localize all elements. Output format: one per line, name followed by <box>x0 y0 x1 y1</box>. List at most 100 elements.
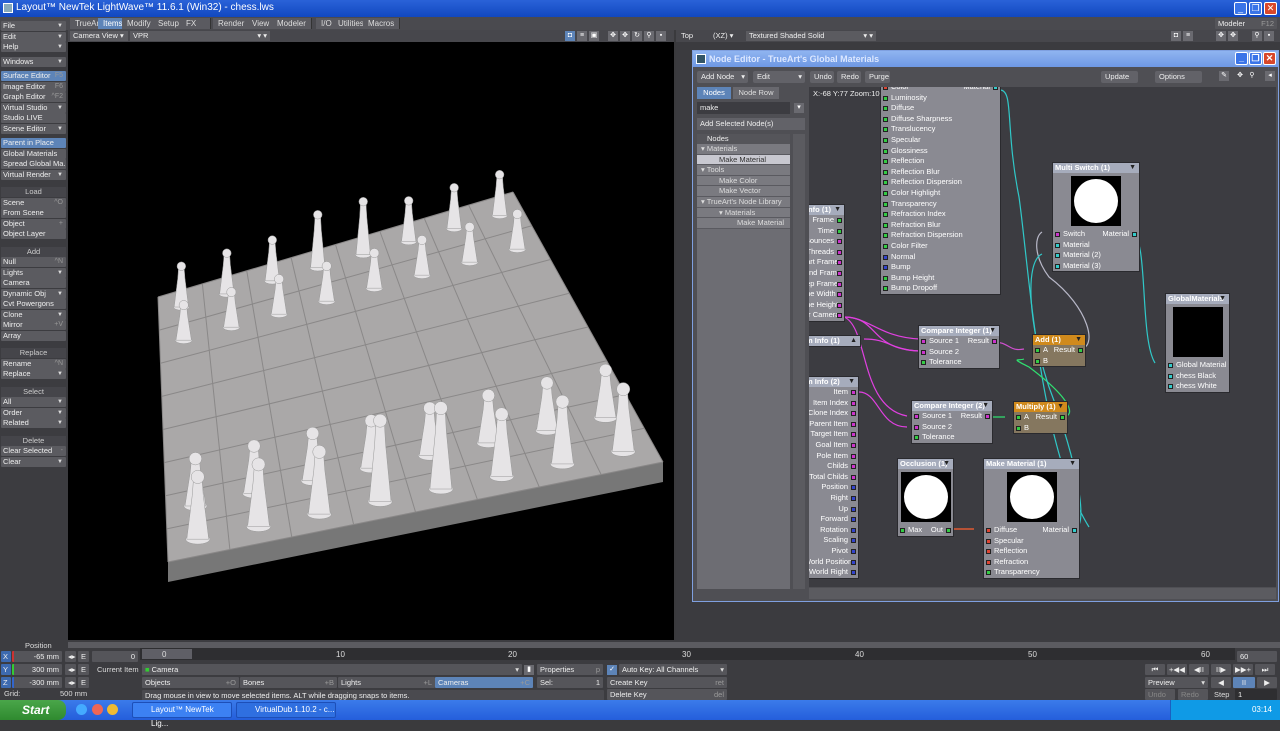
chevron-down-icon[interactable]: ▼ <box>1219 294 1226 304</box>
save-icon[interactable]: ▣ <box>589 31 599 41</box>
port-integer-connector[interactable] <box>837 313 842 319</box>
sidebar-item-replace[interactable]: Replace ▼ <box>1 369 66 379</box>
item-type-objects-button[interactable]: Objects +O <box>142 677 239 688</box>
chrome-icon[interactable] <box>107 704 118 715</box>
tree-item-make-color[interactable]: Make Color <box>697 175 790 187</box>
sidebar-item-spread-global-ma[interactable]: Spread Global Ma... <box>1 159 66 169</box>
redo-button[interactable]: Redo <box>837 71 861 83</box>
search-dropdown-icon[interactable]: ▾ <box>794 103 804 113</box>
tab-view[interactable]: View <box>247 18 276 29</box>
sidebar-item-related[interactable]: Related ▼ <box>1 418 66 428</box>
node-title[interactable]: Info (1)▼ <box>809 205 844 215</box>
ie-icon[interactable] <box>76 704 87 715</box>
task-lightwave[interactable]: Layout™ NewTek Lig... <box>132 702 232 728</box>
port-parent-item[interactable]: Parent Item <box>809 419 858 430</box>
port-a[interactable]: A Result <box>1033 345 1085 356</box>
port-scalar-connector[interactable] <box>986 570 991 576</box>
port-integer-connector[interactable] <box>837 239 842 245</box>
sidebar-item-mirror[interactable]: Mirror +V <box>1 320 66 330</box>
tree-item-materials[interactable]: ▾ Materials <box>697 144 790 155</box>
port-scalar-connector[interactable] <box>1060 415 1065 420</box>
sidebar-item-camera[interactable]: Camera <box>1 278 66 288</box>
chevron-down-icon[interactable]: ▼ <box>1075 335 1082 345</box>
position-z-field[interactable]: -300 mm <box>12 677 62 688</box>
port-tart-frame[interactable]: tart Frame <box>809 257 844 268</box>
port-bump-height[interactable]: Bump Height <box>881 273 1000 284</box>
port-reflection-dispersion[interactable]: Reflection Dispersion <box>881 177 1000 188</box>
port-frame[interactable]: Frame <box>809 215 844 226</box>
chevron-down-icon[interactable]: ▼ <box>834 205 841 215</box>
port-refraction-index[interactable]: Refraction Index <box>881 209 1000 220</box>
chevron-down-icon[interactable]: ▼ <box>848 377 855 387</box>
canvas-scrollbar[interactable] <box>809 588 1276 599</box>
previous-key-button[interactable]: +◀◀ <box>1167 664 1187 675</box>
next-frame-button[interactable]: II▶ <box>1211 664 1231 675</box>
autokey-dropdown[interactable]: Auto Key: All Channels ▾ <box>619 664 727 675</box>
port-integer-connector[interactable] <box>1055 232 1060 237</box>
port-integer-connector[interactable] <box>837 249 842 255</box>
pause-button[interactable]: II <box>1233 677 1255 688</box>
port-position[interactable]: Position <box>809 482 858 493</box>
port-integer-connector[interactable] <box>837 302 842 308</box>
tab-modeler-tools[interactable]: Modeler Tools <box>272 18 312 39</box>
position-x-field[interactable]: -65 mm <box>12 651 62 662</box>
position-y-slider[interactable]: ◂▸ <box>65 664 76 675</box>
port-vector-connector[interactable] <box>851 559 856 565</box>
port-forward[interactable]: Forward <box>809 514 858 525</box>
tab-macros[interactable]: Macros <box>363 18 401 29</box>
port-source-1[interactable]: Source 1 Result <box>912 411 992 422</box>
port-integer-connector[interactable] <box>837 260 842 266</box>
port-integer-connector[interactable] <box>851 411 856 417</box>
port-end-frame[interactable]: End Frame <box>809 268 844 279</box>
maximize-button[interactable]: ❐ <box>1249 2 1262 15</box>
step-field[interactable]: 1 <box>1235 689 1277 700</box>
port-scalar-connector[interactable] <box>946 528 951 533</box>
port-scalar-connector[interactable] <box>883 243 888 249</box>
port-integer-connector[interactable] <box>851 421 856 427</box>
port-b[interactable]: B <box>1033 356 1085 367</box>
node-title[interactable]: m Info (1) ▲ <box>809 336 860 346</box>
port-material-3[interactable]: Material (3) <box>1053 261 1139 272</box>
sidebar-item-surface-editor[interactable]: Surface Editor F5 <box>1 71 66 81</box>
port-scalar-connector[interactable] <box>1035 358 1040 364</box>
port-integer-connector[interactable] <box>837 270 842 276</box>
ne-maximize-button[interactable]: ❐ <box>1249 52 1262 65</box>
shading-dropdown[interactable]: Textured Shaded Solid ▾ ▾ <box>746 31 876 41</box>
pencil-icon[interactable]: ✎ <box>1219 71 1229 81</box>
tree-item-materials[interactable]: ▾ Materials <box>697 207 790 219</box>
list-icon[interactable]: ≡ <box>577 31 587 41</box>
port-max[interactable]: Max Out <box>898 525 953 536</box>
tree-item-tools[interactable]: ▾ Tools <box>697 165 790 176</box>
node-canvas[interactable]: X:-68 Y:77 Zoom:100% ColorMaterialLumino… <box>809 87 1276 587</box>
undo-button[interactable]: Undo <box>1145 689 1175 700</box>
node-iteminfo1[interactable]: m Info (1) ▲ <box>809 335 861 347</box>
tree-item-make-material[interactable]: Make Material <box>697 154 790 166</box>
start-button[interactable]: Start <box>0 700 66 720</box>
list-icon[interactable]: ≡ <box>1183 31 1193 41</box>
first-frame-button[interactable]: ⏮ <box>1145 664 1165 675</box>
port-normal[interactable]: Normal <box>881 252 1000 263</box>
port-source-1[interactable]: Source 1 Result <box>919 336 999 347</box>
port-me-height[interactable]: me Height <box>809 300 844 311</box>
port-scalar-connector[interactable] <box>1016 425 1021 431</box>
item-type-lights-button[interactable]: Lights +L <box>338 677 435 688</box>
port-diffuse-sharpness[interactable]: Diffuse Sharpness <box>881 114 1000 125</box>
port-reflection[interactable]: Reflection <box>881 156 1000 167</box>
port-scalar-connector[interactable] <box>883 137 888 143</box>
port-vector-connector[interactable] <box>851 548 856 554</box>
sidebar-item-parent-in-place[interactable]: Parent in Place <box>1 138 66 148</box>
node-add1[interactable]: Add (1) ▼ A Result B <box>1032 334 1086 368</box>
port-scalar-connector[interactable] <box>883 159 888 165</box>
properties-button[interactable]: Properties p <box>537 664 603 675</box>
close-button[interactable]: ✕ <box>1264 2 1277 15</box>
port-me-width[interactable]: me Width <box>809 289 844 300</box>
zoom-icon[interactable]: ⚲ <box>1247 71 1257 81</box>
delete-key-button[interactable]: Delete Key del <box>607 689 727 700</box>
port-source-2[interactable]: Source 2 <box>919 347 999 358</box>
port-chess-white[interactable]: chess White <box>1166 381 1229 392</box>
port-item-index[interactable]: Item Index <box>809 398 858 409</box>
port-bump-dropoff[interactable]: Bump Dropoff <box>881 283 1000 294</box>
sidebar-item-clear-selected[interactable]: Clear Selected - <box>1 446 66 456</box>
move-icon[interactable]: ✥ <box>1216 31 1226 41</box>
tab-nodes[interactable]: Nodes <box>697 87 731 99</box>
